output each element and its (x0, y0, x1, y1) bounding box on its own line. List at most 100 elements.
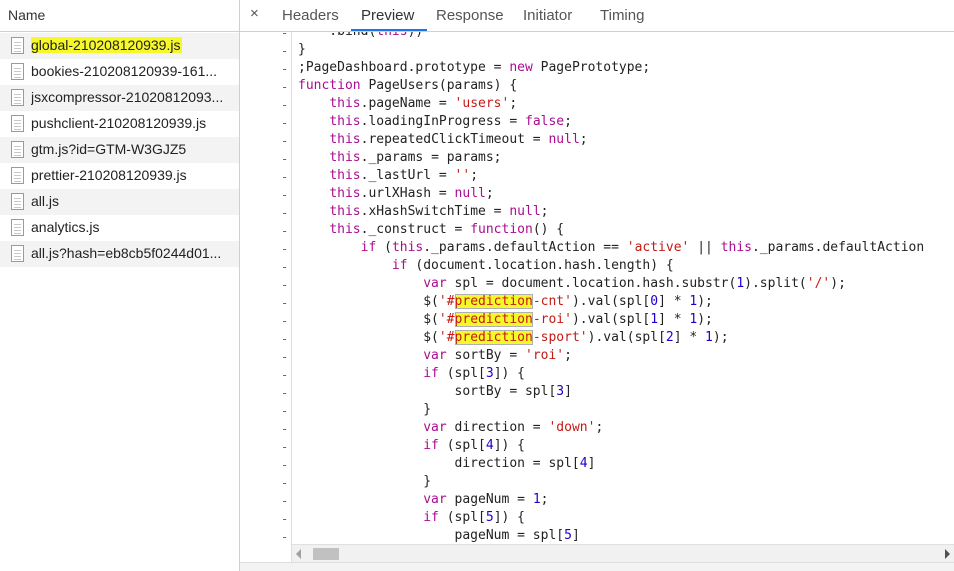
file-list-panel: Name global-210208120939.js bookies-21020… (0, 0, 240, 571)
file-row[interactable]: global-210208120939.js (0, 33, 239, 59)
file-icon (11, 89, 24, 106)
fold-marker[interactable]: - (281, 512, 288, 526)
file-icon (11, 63, 24, 80)
code-viewer[interactable]: .bind(this)) } ;PageDashboard.prototype … (298, 32, 954, 543)
fold-marker[interactable]: - (281, 530, 288, 544)
fold-marker[interactable]: - (281, 278, 288, 292)
response-preview-panel: × Headers Preview Response Initiator Tim… (240, 0, 954, 571)
code-line: this.urlXHash = null; (329, 186, 494, 201)
code-line: this.repeatedClickTimeout = null; (329, 132, 588, 147)
code-line: var pageNum = 1; (423, 492, 549, 507)
code-line: this._lastUrl = ''; (329, 168, 479, 183)
code-line: function PageUsers(params) { (298, 78, 518, 93)
file-row[interactable]: gtm.js?id=GTM-W3GJZ5 (0, 137, 239, 163)
code-line: this.xHashSwitchTime = null; (329, 204, 549, 219)
code-line: if (spl[5]) { (423, 510, 525, 525)
code-line: this.pageName = 'users'; (329, 96, 518, 111)
fold-marker[interactable]: - (281, 332, 288, 346)
fold-marker[interactable]: - (281, 386, 288, 400)
fold-marker[interactable]: - (281, 440, 288, 454)
fold-marker[interactable]: - (281, 458, 288, 472)
code-line: if (this._params.defaultAction == 'activ… (360, 240, 925, 255)
fold-marker[interactable]: - (281, 296, 288, 310)
code-line: .bind(this)) (298, 32, 423, 39)
active-tab-indicator (351, 29, 427, 31)
tab-timing[interactable]: Timing (600, 7, 644, 24)
code-line: } (298, 402, 432, 417)
file-row[interactable]: prettier-210208120939.js (0, 163, 239, 189)
fold-marker[interactable]: - (281, 170, 288, 184)
file-name: pushclient-210208120939.js (31, 115, 207, 131)
file-icon (11, 167, 24, 184)
file-row[interactable]: jsxcompressor-21020812093... (0, 85, 239, 111)
file-icon (11, 219, 24, 236)
file-row[interactable]: pushclient-210208120939.js (0, 111, 239, 137)
fold-marker[interactable]: - (281, 62, 288, 76)
fold-marker[interactable]: - (281, 422, 288, 436)
fold-marker[interactable]: - (281, 206, 288, 220)
code-gutter: - - - - - - - - - - - - - - - - - - - - - - - - - - - - - (240, 32, 292, 562)
fold-marker[interactable]: - (281, 224, 288, 238)
file-icon (11, 245, 24, 262)
fold-marker[interactable]: - (281, 494, 288, 508)
fold-marker[interactable]: - (281, 404, 288, 418)
fold-marker[interactable]: - (281, 134, 288, 148)
code-line: if (spl[4]) { (423, 438, 525, 453)
fold-marker[interactable]: - (281, 476, 288, 490)
status-bar (240, 562, 954, 571)
fold-marker[interactable]: - (281, 80, 288, 94)
file-icon (11, 115, 24, 132)
fold-marker[interactable]: - (281, 350, 288, 364)
code-line: } (298, 474, 432, 489)
fold-marker[interactable]: - (281, 44, 288, 58)
fold-marker[interactable]: - (281, 98, 288, 112)
file-icon (11, 141, 24, 158)
fold-marker[interactable]: - (281, 152, 288, 166)
fold-marker[interactable]: - (281, 242, 288, 256)
code-line: this.loadingInProgress = false; (329, 114, 572, 129)
code-line: $('#prediction-sport').val(spl[2] * 1); (298, 330, 729, 345)
code-line: var sortBy = 'roi'; (423, 348, 572, 363)
file-name: all.js (31, 193, 60, 209)
file-name: jsxcompressor-21020812093... (31, 89, 224, 105)
file-row[interactable]: all.js?hash=eb8cb5f0244d01... (0, 241, 239, 267)
file-icon (11, 37, 24, 54)
fold-marker[interactable]: - (281, 314, 288, 328)
name-column-header[interactable]: Name (0, 0, 239, 32)
code-line: var direction = 'down'; (423, 420, 604, 435)
tab-bar: × Headers Preview Response Initiator Tim… (240, 0, 954, 32)
tab-headers[interactable]: Headers (282, 7, 339, 24)
code-line: this._construct = function() { (329, 222, 565, 237)
fold-marker[interactable]: - (281, 188, 288, 202)
scroll-left-icon[interactable] (296, 549, 301, 559)
code-line: this._params = params; (329, 150, 502, 165)
tab-initiator[interactable]: Initiator (523, 7, 572, 24)
code-line: $('#prediction-roi').val(spl[1] * 1); (298, 312, 713, 327)
code-line: } (298, 42, 306, 57)
file-row[interactable]: all.js (0, 189, 239, 215)
code-line: if (spl[3]) { (423, 366, 525, 381)
scroll-right-icon[interactable] (945, 549, 950, 559)
tab-preview[interactable]: Preview (361, 7, 414, 24)
scrollbar-thumb[interactable] (313, 548, 339, 560)
file-name: gtm.js?id=GTM-W3GJZ5 (31, 141, 187, 157)
file-name: all.js?hash=eb8cb5f0244d01... (31, 245, 222, 261)
code-line: sortBy = spl[3] (298, 384, 572, 399)
code-line: ;PageDashboard.prototype = new PageProto… (298, 60, 651, 75)
fold-marker[interactable]: - (281, 368, 288, 382)
code-line: var spl = document.location.hash.substr(… (423, 276, 846, 291)
fold-marker[interactable]: - (281, 116, 288, 130)
file-name: analytics.js (31, 219, 100, 235)
code-line: direction = spl[4] (298, 456, 596, 471)
fold-marker[interactable]: - (281, 260, 288, 274)
file-icon (11, 193, 24, 210)
fold-marker[interactable]: - (281, 32, 288, 40)
close-icon[interactable]: × (250, 5, 259, 22)
file-row[interactable]: analytics.js (0, 215, 239, 241)
horizontal-scrollbar[interactable] (292, 544, 954, 562)
tab-response[interactable]: Response (436, 7, 504, 24)
code-line: if (document.location.hash.length) { (391, 258, 674, 273)
file-row[interactable]: bookies-210208120939-161... (0, 59, 239, 85)
file-name: prettier-210208120939.js (31, 167, 187, 183)
name-header-label: Name (8, 7, 46, 23)
